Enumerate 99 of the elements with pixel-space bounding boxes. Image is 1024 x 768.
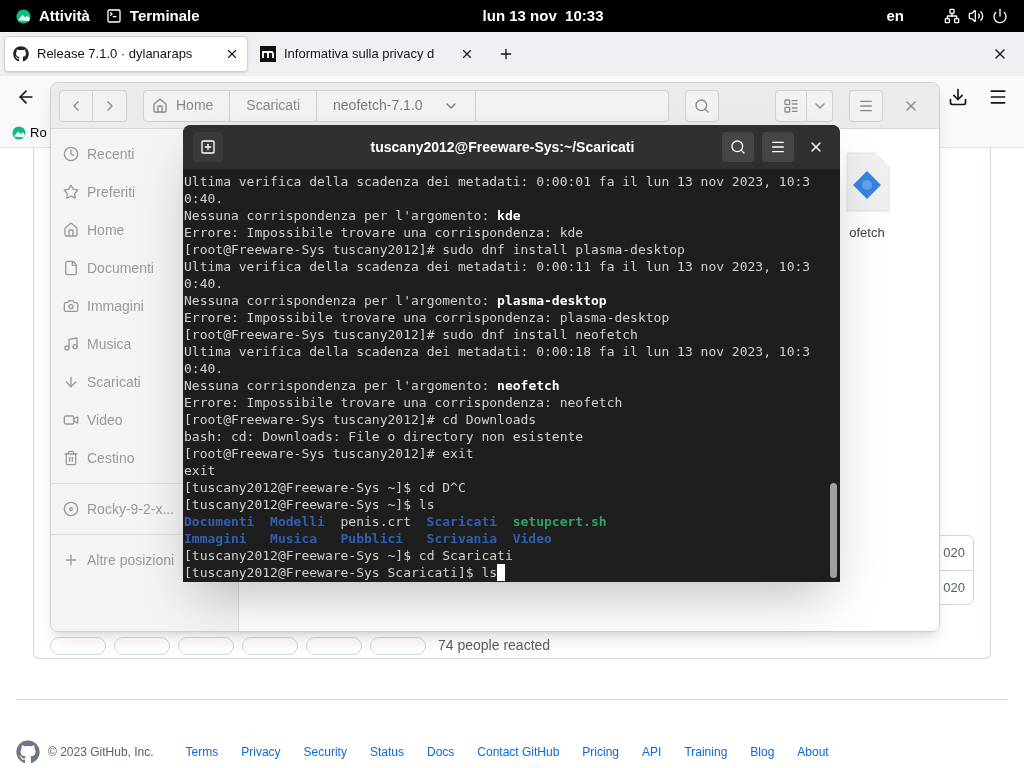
github-logo-icon[interactable] — [16, 740, 40, 764]
network-icon[interactable] — [944, 8, 960, 24]
terminal-line: Nessuna corrispondenza per l'argomento: kde — [184, 207, 521, 224]
file-listing-entry: Modelli — [270, 514, 325, 529]
terminal-line: Nessuna corrispondenza per l'argomento: neofetch — [184, 377, 560, 394]
home-icon — [152, 97, 168, 114]
terminal-line: [tuscany2012@Freeware-Sys Scaricati]$ ls — [184, 564, 498, 581]
window-title: tuscany2012@Freeware-Sys:~/Scaricati — [369, 137, 635, 157]
menu-button[interactable] — [762, 132, 794, 162]
path-crumb[interactable]: Scaricati — [229, 90, 317, 121]
bookmark[interactable]: Ro — [12, 122, 47, 143]
footer-link[interactable]: Privacy — [241, 743, 281, 761]
file-listing-entry: Scaricati — [426, 514, 498, 529]
terminal-line: Nessuna corrispondenza per l'argomento: plasma-desktop — [184, 292, 607, 309]
file-listing-entry: setupcert.sh — [512, 514, 607, 529]
file-item[interactable]: ofetch — [841, 151, 893, 631]
rocky-logo-icon — [16, 8, 31, 24]
star-icon — [63, 184, 79, 200]
copyright-text: © 2023 GitHub, Inc. — [48, 744, 154, 761]
menu-icon[interactable] — [988, 87, 1008, 107]
rocky-logo-icon — [12, 125, 26, 140]
search-icon — [694, 97, 710, 114]
terminal-line: [root@Freeware-Sys tuscany2012]# sudo dnf install neofetch — [184, 326, 638, 343]
date-cell-text: 020 — [943, 544, 965, 563]
file-listing-entry: Video — [512, 531, 552, 546]
view-toggle-button[interactable] — [775, 89, 807, 122]
file-listing-entry: Scrivania — [426, 531, 498, 546]
disc-icon — [63, 501, 79, 517]
file-listing-entry: penis.crt — [340, 514, 411, 529]
terminal-line: Errore: Impossibile trovare una corrispondenza: plasma-desktop — [184, 309, 670, 326]
app-menu-button[interactable]: Terminale — [105, 4, 200, 28]
browser-tab[interactable]: Release 7.1.0 · dylanaraps — [4, 36, 248, 72]
terminal-line: [root@Freeware-Sys tuscany2012]# cd Downloads — [184, 411, 537, 428]
footer-link[interactable]: Contact GitHub — [477, 743, 560, 761]
down-arrow-icon — [63, 374, 79, 390]
footer-link[interactable]: Security — [303, 743, 347, 761]
terminal-line: [tuscany2012@Freeware-Sys ~]$ cd Scaricati — [184, 547, 513, 564]
file-listing-entry: Pubblici — [340, 531, 404, 546]
footer-link[interactable]: Training — [684, 743, 728, 761]
terminal-line: exit — [184, 462, 216, 479]
download-icon[interactable] — [948, 87, 968, 107]
footer-link[interactable]: Pricing — [582, 743, 620, 761]
activities-button[interactable]: Attività — [16, 4, 90, 28]
terminal-line: [tuscany2012@Freeware-Sys ~]$ ls — [184, 496, 435, 513]
close-icon[interactable] — [225, 47, 239, 61]
new-tab-icon — [200, 139, 216, 155]
new-tab-button[interactable] — [193, 132, 223, 162]
terminal-line: [root@Freeware-Sys tuscany2012]# sudo dnf install plasma-desktop — [184, 241, 685, 258]
footer-link[interactable]: Docs — [426, 743, 455, 761]
footer-link[interactable]: About — [797, 743, 829, 761]
clock[interactable]: lun 13 nov 10:33 — [482, 4, 604, 28]
power-icon[interactable] — [992, 8, 1008, 24]
terminal-line: 0:40. — [184, 275, 224, 292]
github-logo-icon — [13, 46, 29, 62]
footer-link[interactable]: Terms — [185, 743, 219, 761]
footer-link[interactable]: Blog — [750, 743, 775, 761]
terminal-line: Errore: Impossibile trovare una corrispondenza: neofetch — [184, 394, 623, 411]
plus-icon — [63, 552, 79, 568]
video-icon — [63, 412, 79, 428]
favicon-icon — [260, 46, 276, 62]
package-file-icon — [843, 151, 891, 215]
file-listing-entry: Musica — [270, 531, 318, 546]
terminal-line: 0:40. — [184, 360, 224, 377]
terminal-line: Ultima verifica della scadenza dei metadati: 0:00:11 fa il lun 13 nov 2023, 10:3 — [184, 258, 811, 275]
music-icon — [63, 336, 79, 352]
keyboard-layout[interactable]: en — [886, 4, 904, 28]
file-name: ofetch — [849, 224, 885, 242]
file-listing-entry: Documenti — [184, 514, 255, 529]
path-crumb[interactable]: Home — [176, 90, 230, 121]
terminal-line: bash: cd: Downloads: File o directory non esistente — [184, 428, 584, 445]
footer-link[interactable]: Status — [369, 743, 404, 761]
volume-icon[interactable] — [968, 8, 984, 24]
camera-icon — [63, 298, 79, 314]
menu-icon — [770, 139, 786, 155]
path-crumb[interactable]: neofetch-7.1.0 — [316, 90, 476, 121]
terminal-line: [root@Freeware-Sys tuscany2012]# exit — [184, 445, 474, 462]
terminal-icon — [105, 8, 122, 24]
terminal-line: Ultima verifica della scadenza dei metadati: 0:00:18 fa il lun 13 nov 2023, 10:3 — [184, 343, 811, 360]
scrollbar-thumb[interactable] — [829, 483, 837, 578]
file-listing-entry: Immagini — [184, 531, 247, 546]
search-button[interactable] — [722, 132, 754, 162]
tab-title: Informativa sulla privacy d — [284, 45, 436, 64]
trash-icon — [63, 450, 79, 466]
document-icon — [63, 260, 79, 276]
reactions-summary: 74 people reacted — [438, 636, 551, 655]
clock-icon — [63, 146, 79, 162]
search-icon — [730, 139, 746, 155]
terminal-line: 0:40. — [184, 190, 224, 207]
browser-tab[interactable]: Informativa sulla privacy d — [252, 36, 482, 72]
tab-title: Release 7.1.0 · dylanaraps — [37, 45, 194, 64]
terminal-line: Errore: Impossibile trovare una corrispondenza: kde — [184, 224, 584, 241]
list-view-icon — [783, 97, 799, 114]
close-icon[interactable] — [460, 47, 474, 61]
home-icon — [63, 222, 79, 238]
terminal-line: [tuscany2012@Freeware-Sys ~]$ cd D^C — [184, 479, 466, 496]
new-tab-icon[interactable] — [498, 46, 514, 62]
date-cell-text: 020 — [943, 578, 965, 597]
footer-link[interactable]: API — [642, 743, 662, 761]
terminal-line: Ultima verifica della scadenza dei metadati: 0:00:01 fa il lun 13 nov 2023, 10:3 — [184, 173, 811, 190]
